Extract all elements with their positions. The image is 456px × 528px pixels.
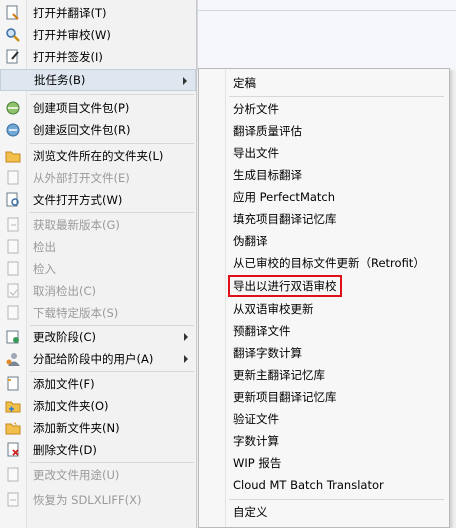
submenu-item-pretranslate[interactable]: 预翻译文件: [199, 320, 449, 342]
add-file-icon: [5, 376, 21, 392]
open-review-icon: [5, 27, 21, 43]
menu-item-assign-user[interactable]: 分配给阶段中的用户(A): [0, 348, 196, 370]
separator: [229, 499, 444, 500]
checkin-icon: [5, 261, 21, 277]
separator: [229, 96, 444, 97]
separator: [30, 212, 194, 213]
menu-item-checkout[interactable]: 检出: [0, 236, 196, 258]
menu-item-open-signoff[interactable]: 打开并签发(I): [0, 46, 196, 68]
menu-item-add-file[interactable]: 添加文件(F): [0, 373, 196, 395]
menu-item-add-folder[interactable]: 添加文件夹(O): [0, 395, 196, 417]
menu-item-add-new-folder[interactable]: 添加新文件夹(N): [0, 417, 196, 439]
separator: [30, 143, 194, 144]
menu-item-open-review[interactable]: 打开并审校(W): [0, 24, 196, 46]
separator: [30, 94, 194, 95]
folder-icon: [5, 148, 21, 164]
submenu-item-retrofit[interactable]: 从已审校的目标文件更新（Retrofit）: [199, 252, 449, 274]
submenu-item-custom[interactable]: 自定义: [199, 501, 449, 523]
background-app-area: [197, 0, 456, 70]
submenu-item-export-bilingual-review[interactable]: 导出以进行双语审校: [199, 275, 449, 297]
add-folder-icon: [5, 398, 21, 414]
delete-file-icon: [5, 442, 21, 458]
create-return-package-icon: [5, 122, 21, 138]
menu-item-checkin[interactable]: 检入: [0, 258, 196, 280]
submenu-item-finalize[interactable]: 定稿: [199, 72, 449, 94]
change-phase-icon: [5, 329, 21, 345]
menu-item-change-phase[interactable]: 更改阶段(C): [0, 326, 196, 348]
menu-item-browse-folder[interactable]: 浏览文件所在的文件夹(L): [0, 145, 196, 167]
file-context-menu: 打开并翻译(T) 打开并审校(W) 打开并签发(I) 批任务(B) 创建项目文件…: [0, 0, 197, 528]
submenu-item-update-from-bilingual-review[interactable]: 从双语审校更新: [199, 298, 449, 320]
submenu-item-update-main-tm[interactable]: 更新主翻译记忆库: [199, 364, 449, 386]
submenu-item-analyze-files[interactable]: 分析文件: [199, 98, 449, 120]
external-open-icon: [5, 170, 21, 186]
submenu-item-cloud-mt-batch[interactable]: Cloud MT Batch Translator: [199, 474, 449, 496]
chevron-right-icon: [184, 355, 188, 363]
open-signoff-icon: [5, 49, 21, 65]
submenu-item-wip-report[interactable]: WIP 报告: [199, 452, 449, 474]
add-new-folder-icon: [5, 420, 21, 436]
submenu-item-export-files[interactable]: 导出文件: [199, 142, 449, 164]
menu-item-undo-checkout[interactable]: 取消检出(C): [0, 280, 196, 302]
submenu-item-translation-count[interactable]: 翻译字数计算: [199, 342, 449, 364]
submenu-item-word-count[interactable]: 字数计算: [199, 430, 449, 452]
open-translate-icon: [5, 5, 21, 21]
menu-item-open-with[interactable]: 文件打开方式(W): [0, 189, 196, 211]
undo-checkout-icon: [5, 283, 21, 299]
revert-sdlxliff-icon: [5, 492, 21, 508]
download-version-icon: [5, 305, 21, 321]
create-project-package-icon: [5, 100, 21, 116]
menu-item-delete-file[interactable]: 删除文件(D): [0, 439, 196, 461]
submenu-item-verify-files[interactable]: 验证文件: [199, 408, 449, 430]
submenu-item-apply-perfectmatch[interactable]: 应用 PerfectMatch: [199, 186, 449, 208]
change-usage-icon: [5, 467, 21, 483]
separator: [30, 462, 194, 463]
submenu-item-translation-quality[interactable]: 翻译质量评估: [199, 120, 449, 142]
menu-item-change-usage[interactable]: 更改文件用途(U): [0, 464, 196, 486]
menu-item-create-project-package[interactable]: 创建项目文件包(P): [0, 97, 196, 119]
submenu-item-update-project-tm[interactable]: 更新项目翻译记忆库: [199, 386, 449, 408]
checkout-icon: [5, 239, 21, 255]
get-latest-icon: [5, 217, 21, 233]
menu-item-batch-tasks[interactable]: 批任务(B): [0, 69, 196, 91]
menu-item-create-return-package[interactable]: 创建返回文件包(R): [0, 119, 196, 141]
menu-item-revert-sdlxliff[interactable]: 恢复为 SDLXLIFF(X): [0, 489, 196, 511]
assign-user-icon: [5, 351, 21, 367]
open-with-icon: [5, 192, 21, 208]
submenu-item-populate-project-tm[interactable]: 填充项目翻译记忆库: [199, 208, 449, 230]
submenu-item-generate-target[interactable]: 生成目标翻译: [199, 164, 449, 186]
menu-item-open-external[interactable]: 从外部打开文件(E): [0, 167, 196, 189]
batch-tasks-submenu: 定稿 分析文件 翻译质量评估 导出文件 生成目标翻译 应用 PerfectMat…: [198, 68, 450, 528]
chevron-right-icon: [183, 77, 187, 85]
chevron-right-icon: [184, 333, 188, 341]
menu-item-get-latest[interactable]: 获取最新版本(G): [0, 214, 196, 236]
menu-item-download-version[interactable]: 下载特定版本(S): [0, 302, 196, 324]
menu-item-open-translate[interactable]: 打开并翻译(T): [0, 2, 196, 24]
submenu-item-pseudo-translate[interactable]: 伪翻译: [199, 230, 449, 252]
separator: [30, 371, 194, 372]
